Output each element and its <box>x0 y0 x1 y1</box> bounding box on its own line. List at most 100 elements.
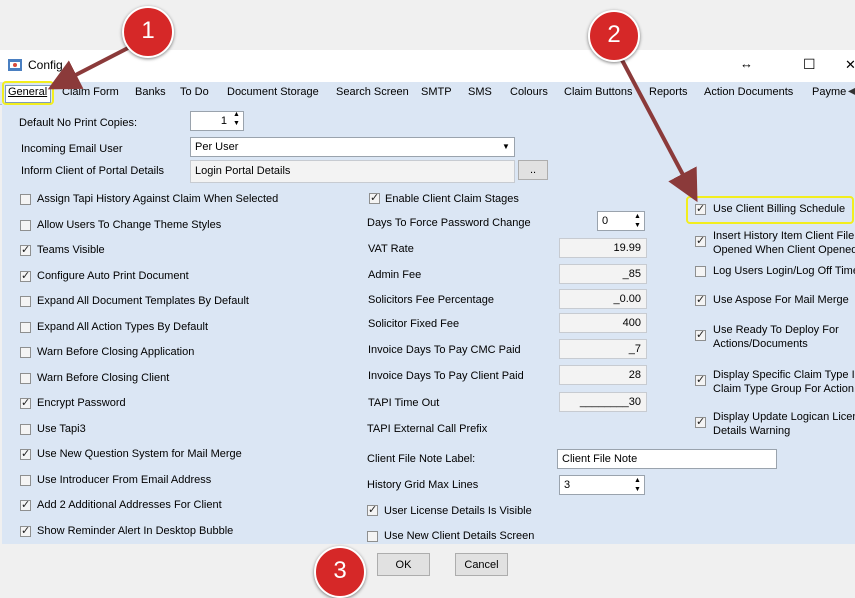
numeric-field-label: Invoice Days To Pay Client Paid <box>368 370 524 382</box>
tab-action-documents[interactable]: Action Documents <box>704 86 793 98</box>
option-checkbox[interactable] <box>20 243 31 256</box>
option-checkbox[interactable] <box>20 269 31 282</box>
close-button[interactable]: ✕ <box>845 57 855 73</box>
tab-document-storage[interactable]: Document Storage <box>227 86 319 98</box>
option-checkbox[interactable] <box>20 194 31 205</box>
option-checkbox[interactable] <box>20 219 31 231</box>
right-option-label-line2: Details Warning <box>713 425 791 437</box>
right-option-label: Use Aspose For Mail Merge <box>713 294 849 306</box>
no-print-copies-value: 1 <box>220 115 227 127</box>
resize-icon[interactable]: ↔ <box>740 56 753 71</box>
tapi-prefix-label: TAPI External Call Prefix <box>367 423 488 435</box>
numeric-field-label: Admin Fee <box>368 269 422 281</box>
window-title: Config <box>28 58 63 72</box>
portal-browse-button[interactable]: .. <box>518 160 548 180</box>
right-option-label-line2: Actions/Documents <box>713 338 808 350</box>
right-option-checkbox[interactable] <box>695 415 706 428</box>
right-option-label: Log Users Login/Log Off Time <box>713 265 855 277</box>
chevron-down-icon[interactable]: ▼ <box>502 142 510 151</box>
numeric-field-input[interactable]: 400 <box>559 313 647 333</box>
option-label: Warn Before Closing Client <box>37 371 170 384</box>
option-label: Teams Visible <box>37 244 105 256</box>
grid-lines-value: 3 <box>564 479 571 491</box>
right-option-checkbox[interactable] <box>695 328 706 341</box>
numeric-field-label: Solicitors Fee Percentage <box>368 294 494 306</box>
grid-lines-stepper[interactable]: 3 <box>559 475 645 495</box>
incoming-email-user-value: Per User <box>195 141 239 153</box>
tab-search-screen[interactable]: Search Screen <box>336 86 409 98</box>
numeric-field-input[interactable]: _7 <box>559 339 647 359</box>
incoming-email-user-label: Incoming Email User <box>21 143 123 155</box>
app-icon <box>8 59 22 71</box>
right-option-checkbox[interactable] <box>695 266 706 277</box>
tab-claim-form[interactable]: Claim Form <box>62 86 119 98</box>
option-checkbox[interactable] <box>20 498 31 511</box>
numeric-field-input[interactable]: 19.99 <box>559 238 647 258</box>
cancel-button[interactable]: Cancel <box>455 553 508 576</box>
config-window: Config ↔ ☐ ✕ General Claim Form Banks To Do… <box>0 0 855 598</box>
tab-scroll-icon[interactable]: ◀ <box>848 86 855 97</box>
option-label: Warn Before Closing Application <box>37 346 195 358</box>
right-option-checkbox[interactable] <box>695 373 706 386</box>
file-note-input[interactable]: Client File Note <box>557 449 777 469</box>
tab-to-do[interactable]: To Do <box>180 86 209 98</box>
force-password-label: Days To Force Password Change <box>367 217 531 229</box>
right-option-checkbox[interactable] <box>695 293 706 306</box>
stepper-arrows-icon[interactable]: ▲ ▼ <box>634 212 641 230</box>
right-option-label: Use Ready To Deploy For <box>713 324 839 336</box>
option-label: Use Tapi3 <box>37 422 86 435</box>
option-label: Configure Auto Print Document <box>37 269 189 282</box>
numeric-field-label: Invoice Days To Pay CMC Paid <box>368 344 521 356</box>
enable-stages-checkbox[interactable] <box>369 191 380 204</box>
right-option-label: Display Specific Claim Type In <box>713 369 855 381</box>
option-checkbox[interactable] <box>20 524 31 537</box>
tab-colours[interactable]: Colours <box>510 86 548 98</box>
license-visible-checkbox[interactable] <box>367 503 378 516</box>
new-client-screen-label: Use New Client Details Screen <box>384 530 535 542</box>
force-password-value: 0 <box>602 215 609 227</box>
tab-reports[interactable]: Reports <box>649 86 688 98</box>
option-checkbox[interactable] <box>20 423 31 435</box>
title-bar <box>0 50 855 82</box>
numeric-field-input[interactable]: _0.00 <box>559 289 647 309</box>
right-option-checkbox[interactable] <box>695 234 706 247</box>
maximize-button[interactable]: ☐ <box>803 56 816 73</box>
right-option-label-line2: Claim Type Group For Action <box>713 383 855 395</box>
right-option-label: Display Update Logican Licen <box>713 411 855 423</box>
option-checkbox[interactable] <box>20 296 31 307</box>
numeric-field-label: Solicitor Fixed Fee <box>368 318 460 330</box>
option-label: Show Reminder Alert In Desktop Bubble <box>37 524 234 537</box>
option-label: Use Introducer From Email Address <box>37 473 212 486</box>
stepper-arrows-icon[interactable]: ▲ ▼ <box>634 476 641 494</box>
tab-payme[interactable]: Payme <box>812 86 846 98</box>
option-label: Use New Question System for Mail Merge <box>37 448 242 460</box>
option-checkbox[interactable] <box>20 474 31 486</box>
tab-smtp[interactable]: SMTP <box>421 86 452 98</box>
tab-claim-buttons[interactable]: Claim Buttons <box>564 86 632 98</box>
new-client-screen-checkbox[interactable] <box>367 531 378 542</box>
ok-button[interactable]: OK <box>377 553 430 576</box>
numeric-field-input[interactable]: ________30 <box>559 392 647 412</box>
option-checkbox[interactable] <box>20 372 31 384</box>
stepper-arrows-icon[interactable]: ▲ ▼ <box>233 110 240 128</box>
grid-lines-label: History Grid Max Lines <box>367 479 479 491</box>
numeric-field-input[interactable]: _85 <box>559 264 647 284</box>
option-checkbox[interactable] <box>20 321 31 333</box>
numeric-field-label: TAPI Time Out <box>368 397 440 409</box>
tab-banks[interactable]: Banks <box>135 86 166 98</box>
numeric-field-input[interactable]: 28 <box>559 365 647 385</box>
right-option-label-line2: Opened When Client Opened <box>713 244 855 256</box>
file-note-value: Client File Note <box>562 453 638 465</box>
option-label: Assign Tapi History Against Claim When S… <box>37 193 279 205</box>
option-checkbox[interactable] <box>20 447 31 460</box>
incoming-email-user-select[interactable]: Per User <box>190 137 515 157</box>
portal-details-value: Login Portal Details <box>195 165 291 177</box>
portal-details-field[interactable]: Login Portal Details <box>190 160 515 183</box>
portal-details-label: Inform Client of Portal Details <box>21 165 165 177</box>
billing-schedule-highlight <box>686 196 854 224</box>
option-checkbox[interactable] <box>20 396 31 409</box>
license-visible-label: User License Details Is Visible <box>384 505 532 517</box>
option-checkbox[interactable] <box>20 347 31 358</box>
step-badge-1: 1 <box>122 6 174 58</box>
tab-sms[interactable]: SMS <box>468 86 492 98</box>
